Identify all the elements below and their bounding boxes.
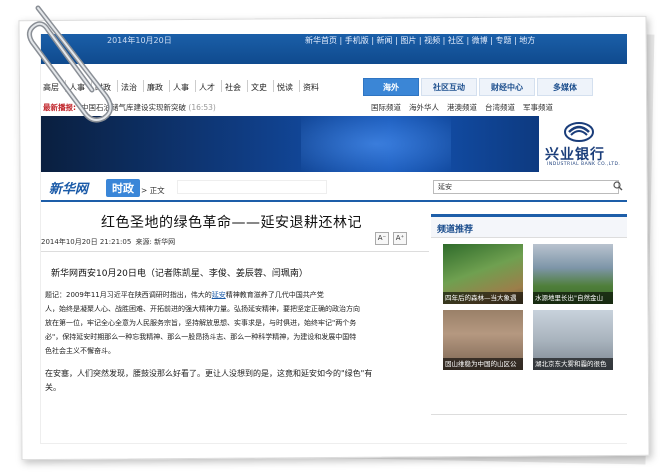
article-divider bbox=[41, 251, 429, 252]
paperclip-icon bbox=[26, 5, 113, 123]
nav-divider bbox=[195, 80, 196, 92]
nav-item-yuedu[interactable]: 悦读 bbox=[277, 82, 293, 93]
recommend-thumb[interactable]: 水源地里长出"自然金山 bbox=[533, 244, 613, 304]
nav-divider bbox=[143, 80, 144, 92]
article-body-line: 在安塞，人们突然发现，腰鼓没那么好看了。更让人没想到的是，这竟和延安如今的"绿色… bbox=[45, 369, 373, 378]
tab-shequ-hudong[interactable]: 社区互动 bbox=[421, 78, 477, 96]
article-title: 红色圣地的绿色革命——延安退耕还林记 bbox=[101, 215, 362, 231]
thumb-caption[interactable]: 固山维稳为中国的山区公 bbox=[443, 358, 523, 370]
banner-glow bbox=[301, 116, 451, 172]
site-logo[interactable]: 新华网 bbox=[49, 178, 88, 197]
bank-name: 兴业银行 bbox=[545, 147, 605, 163]
subnav-junshi[interactable]: 军事频道 bbox=[523, 102, 553, 113]
para-text: 精神教育滋养了几代中国共产党 bbox=[225, 291, 324, 299]
nav-divider bbox=[221, 80, 222, 92]
right-column-divider bbox=[431, 414, 627, 415]
subnav-guoji[interactable]: 国际频道 bbox=[371, 102, 401, 113]
nav-item-shehui[interactable]: 社会 bbox=[225, 82, 241, 93]
article-source: 来源: 新华网 bbox=[135, 238, 176, 246]
article-meta: 2014年10月20日 21:21:05 来源: 新华网 bbox=[41, 237, 175, 247]
nav-item-wenshi[interactable]: 文史 bbox=[251, 82, 267, 93]
font-decrease-button[interactable]: A⁻ bbox=[375, 232, 389, 245]
recommend-thumb[interactable]: 固山维稳为中国的山区公 bbox=[443, 310, 523, 370]
article-paragraph-line: 题记：2009年11月习近平在陕西调研时指出，伟大的延安精神教育滋养了几代中国共… bbox=[45, 290, 324, 301]
para-text: 题记：2009年11月习近平在陕西调研时指出，伟大的 bbox=[45, 291, 212, 299]
article-paragraph-line: 放在第一位，牢记全心全意为人民服务宗旨，坚持解放思想、实事求是，与时俱进，始终牢… bbox=[45, 319, 357, 327]
subnav-gangao[interactable]: 港澳频道 bbox=[447, 102, 477, 113]
article-lead: 新华网西安10月20日电（记者陈凯星、李俊、姜辰蓉、闫珮南） bbox=[51, 269, 308, 279]
nav-item-rencai[interactable]: 人才 bbox=[199, 82, 215, 93]
nav-divider bbox=[299, 80, 300, 92]
subnav-taiwan[interactable]: 台湾频道 bbox=[485, 102, 515, 113]
nav-item-ziliao[interactable]: 资料 bbox=[303, 82, 319, 93]
article-date: 2014年10月20日 21:21:05 bbox=[41, 238, 132, 246]
channel-recommend-title: 频道推荐 bbox=[437, 225, 474, 235]
article-paragraph-line: 必"，保持延安时期那么一种忘我精神、那么一股昂扬斗志、那么一种科学精神，为建设和… bbox=[45, 333, 357, 341]
thumb-caption[interactable]: 湖北京东大雾和霾的很色 bbox=[533, 358, 613, 370]
flash-time: (16:53) bbox=[188, 103, 216, 112]
article-paragraph-line: 色社会主义不懈奋斗。 bbox=[45, 347, 115, 355]
channel-recommend-header: 频道推荐 bbox=[431, 214, 627, 238]
nav-divider bbox=[169, 80, 170, 92]
search-icon[interactable] bbox=[613, 181, 623, 191]
bank-mark-icon bbox=[564, 122, 594, 142]
search-input[interactable]: 延安 bbox=[433, 180, 619, 194]
top-links[interactable]: 新华首页 | 手机版 | 新闻 | 图片 | 视频 | 社区 | 微博 | 专题… bbox=[305, 34, 535, 48]
bank-logo[interactable]: 兴业银行 INDUSTRIAL BANK CO.,LTD. bbox=[539, 116, 627, 172]
font-increase-button[interactable]: A⁺ bbox=[393, 232, 407, 245]
nav-divider bbox=[273, 80, 274, 92]
subnav-haiwai-huaren[interactable]: 海外华人 bbox=[409, 102, 439, 113]
breadcrumb: > 正文 bbox=[141, 186, 165, 195]
brand-row: 新华网 时政 > 正文 延安 bbox=[41, 176, 627, 202]
nav-item-lianzheng[interactable]: 廉政 bbox=[147, 82, 163, 93]
section-badge[interactable]: 时政 bbox=[106, 179, 140, 197]
breadcrumb-field bbox=[177, 180, 327, 194]
tab-caijing-zhongxin[interactable]: 财经中心 bbox=[479, 78, 535, 96]
tab-haiwai[interactable]: 海外 bbox=[363, 78, 419, 96]
recommend-thumb[interactable]: 四年后的森林—当大象遇 bbox=[443, 244, 523, 304]
article-paragraph-line: 人，始终是凝聚人心、战胜困难、开拓前进的强大精神力量。弘扬延安精神，要把坚定正确… bbox=[45, 305, 360, 313]
bank-name-en: INDUSTRIAL BANK CO.,LTD. bbox=[547, 162, 621, 167]
recommend-thumb[interactable]: 湖北京东大雾和霾的很色 bbox=[533, 310, 613, 370]
keyword-link[interactable]: 延安 bbox=[212, 291, 226, 299]
article-body-line: 关。 bbox=[45, 383, 61, 392]
nav-divider bbox=[247, 80, 248, 92]
nav-item-renshi-2[interactable]: 人事 bbox=[173, 82, 189, 93]
tab-duomeiti[interactable]: 多媒体 bbox=[537, 78, 593, 96]
thumb-caption[interactable]: 水源地里长出"自然金山 bbox=[533, 292, 613, 304]
thumb-caption[interactable]: 四年后的森林—当大象遇 bbox=[443, 292, 523, 304]
